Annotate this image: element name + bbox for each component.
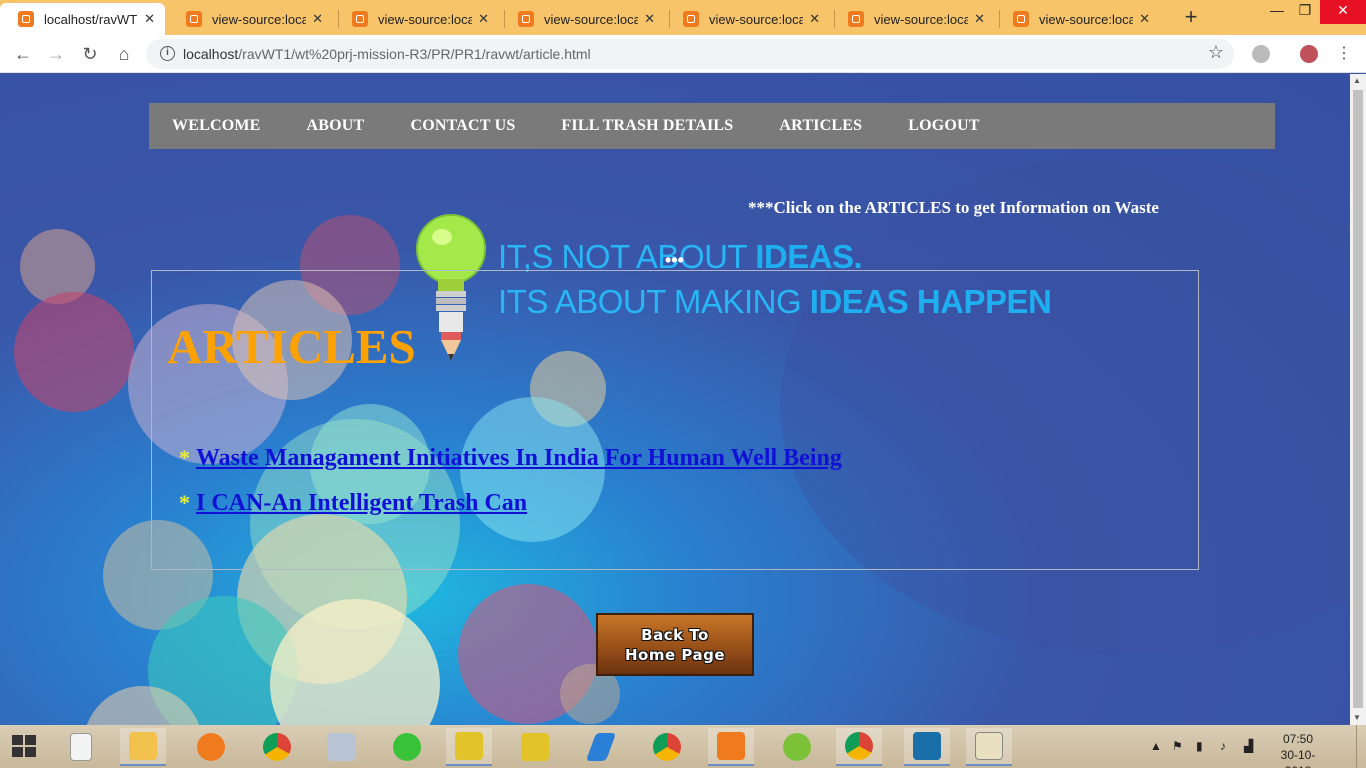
bokeh-circle <box>14 292 134 412</box>
close-icon[interactable]: ✕ <box>809 11 820 27</box>
close-icon[interactable]: ✕ <box>974 11 985 27</box>
tab-strip: localhost/ravWT1 ✕ view-source:locall ✕ … <box>0 0 1366 35</box>
tab-view-source[interactable]: view-source:locall ✕ <box>830 3 995 35</box>
vertical-scrollbar[interactable]: ▲ ▼ <box>1350 74 1366 725</box>
articles-panel <box>151 270 1199 570</box>
url-host: localhost <box>183 46 239 62</box>
forward-arrow-icon[interactable]: → <box>44 42 68 66</box>
tab-view-source[interactable]: view-source:locall ✕ <box>500 3 665 35</box>
taskbar-labview-18-icon[interactable] <box>512 728 558 766</box>
nav-welcome[interactable]: WELCOME <box>172 117 261 135</box>
profile-avatar[interactable] <box>1300 45 1318 63</box>
bookmark-star-icon[interactable]: ☆ <box>1208 42 1224 63</box>
tab-view-source[interactable]: view-source:locall ✕ <box>995 3 1160 35</box>
tab-view-source[interactable]: view-source:locall ✕ <box>334 3 499 35</box>
xampp-favicon-icon <box>848 11 864 27</box>
system-clock[interactable]: 07:50 30-10-2018 <box>1268 731 1328 768</box>
taskbar-green-app-icon[interactable] <box>774 728 820 766</box>
close-icon[interactable]: ✕ <box>478 11 489 27</box>
taskbar-monitor-icon[interactable] <box>318 728 364 766</box>
nav-fill-trash-details[interactable]: FILL TRASH DETAILS <box>561 117 733 135</box>
xampp-favicon-icon <box>683 11 699 27</box>
scrolling-notice: ***Click on the ARTICLES to get Informat… <box>748 198 1159 217</box>
taskbar-photos-icon[interactable] <box>904 728 950 766</box>
home-icon[interactable]: ⌂ <box>112 42 136 66</box>
tray-expand-icon[interactable]: ▲ <box>1150 739 1162 753</box>
close-window-icon[interactable]: ✕ <box>1320 0 1366 24</box>
tab-label: view-source:locall <box>709 11 804 27</box>
clock-time: 07:50 <box>1282 732 1314 746</box>
taskbar-labview-17-icon[interactable] <box>446 728 492 766</box>
taskbar-file-icon[interactable] <box>58 728 104 766</box>
tab-label: localhost/ravWT1 <box>44 11 139 27</box>
back-arrow-icon[interactable]: ← <box>11 42 35 66</box>
tray-signal-icon[interactable]: ▟ <box>1244 739 1253 753</box>
xampp-favicon-icon <box>352 11 368 27</box>
taskbar-explorer-icon[interactable] <box>120 728 166 766</box>
taskbar-paint-icon[interactable] <box>966 728 1012 766</box>
windows-start-icon[interactable] <box>12 735 38 759</box>
scroll-up-arrow-icon[interactable]: ▲ <box>1353 76 1361 85</box>
nav-articles[interactable]: ARTICLES <box>779 117 862 135</box>
scrollbar-thumb[interactable] <box>1353 90 1363 708</box>
back-button-line-2: Home Page <box>624 645 725 664</box>
carousel-dots: ••• <box>665 250 684 270</box>
taskbar-uc-browser-icon[interactable] <box>188 728 234 766</box>
minimize-icon[interactable]: — <box>1262 0 1292 24</box>
xampp-favicon-icon <box>1013 11 1029 27</box>
close-icon[interactable]: ✕ <box>312 11 323 27</box>
url-path: /ravWT1/wt%20prj-mission-R3/PR/PR1/ravwt… <box>238 46 591 62</box>
taskbar-chrome-icon[interactable] <box>644 728 690 766</box>
tab-view-source[interactable]: view-source:locall ✕ <box>665 3 830 35</box>
tab-active[interactable]: localhost/ravWT1 ✕ <box>0 3 165 35</box>
tab-label: view-source:locall <box>1039 11 1134 27</box>
menu-kebab-icon[interactable]: ⋮ <box>1332 42 1356 66</box>
tray-network-warning-icon[interactable]: ⚑ <box>1172 739 1183 753</box>
nav-contact-us[interactable]: CONTACT US <box>410 117 515 135</box>
tray-volume-icon[interactable]: ♪ <box>1220 739 1226 753</box>
clock-date: 30-10-2018 <box>1280 748 1316 768</box>
taskbar-sync-icon[interactable] <box>384 728 430 766</box>
url-text: localhost/ravWT1/wt%20prj-mission-R3/PR/… <box>183 46 591 62</box>
address-bar: ← → ↻ ⌂ i localhost/ravWT1/wt%20prj-miss… <box>0 35 1366 73</box>
tab-label: view-source:locall <box>378 11 473 27</box>
page-viewport: WELCOME ABOUT CONTACT US FILL TRASH DETA… <box>0 74 1350 725</box>
list-item: * I CAN-An Intelligent Trash Can <box>179 490 527 517</box>
new-tab-button[interactable]: + <box>1180 4 1202 30</box>
info-icon[interactable]: i <box>160 46 175 61</box>
article-link-i-can[interactable]: I CAN-An Intelligent Trash Can <box>196 490 527 516</box>
back-to-home-button[interactable]: Back To Home Page <box>596 613 754 676</box>
back-button-line-1: Back To <box>641 625 709 644</box>
scroll-down-arrow-icon[interactable]: ▼ <box>1353 713 1361 722</box>
maximize-icon[interactable]: ❐ <box>1290 0 1320 24</box>
article-link-waste-management[interactable]: Waste Managament Initiatives In India Fo… <box>196 445 842 471</box>
close-icon[interactable]: ✕ <box>1139 11 1150 27</box>
close-icon[interactable]: ✕ <box>644 11 655 27</box>
page-title: ARTICLES <box>167 319 416 374</box>
reload-icon[interactable]: ↻ <box>78 42 102 66</box>
taskbar-chrome-icon[interactable] <box>254 728 300 766</box>
taskbar-xampp-icon[interactable] <box>708 728 754 766</box>
xampp-favicon-icon <box>518 11 534 27</box>
windows-taskbar: ▲ ⚑ ▮ ♪ ▟ 07:50 30-10-2018 <box>0 725 1366 768</box>
tab-label: view-source:locall <box>544 11 639 27</box>
tab-label: view-source:locall <box>874 11 969 27</box>
taskbar-chrome-active-icon[interactable] <box>836 728 882 766</box>
url-input[interactable]: i localhost/ravWT1/wt%20prj-mission-R3/P… <box>146 39 1234 69</box>
tab-label: view-source:locall <box>212 11 307 27</box>
xampp-favicon-icon <box>186 11 202 27</box>
nav-about[interactable]: ABOUT <box>307 117 365 135</box>
tray-battery-icon[interactable]: ▮ <box>1196 739 1203 753</box>
close-icon[interactable]: ✕ <box>144 11 155 27</box>
bullet-star: * <box>179 490 190 515</box>
main-nav: WELCOME ABOUT CONTACT US FILL TRASH DETA… <box>149 103 1275 149</box>
show-desktop-button[interactable] <box>1356 725 1366 768</box>
nav-logout[interactable]: LOGOUT <box>908 117 979 135</box>
list-item: * Waste Managament Initiatives In India F… <box>179 445 842 472</box>
bullet-star: * <box>179 445 190 470</box>
taskbar-xilinx-icon[interactable] <box>578 728 624 766</box>
extension-icon[interactable] <box>1252 45 1270 63</box>
tab-view-source[interactable]: view-source:locall ✕ <box>168 3 333 35</box>
xampp-favicon-icon <box>18 11 34 27</box>
